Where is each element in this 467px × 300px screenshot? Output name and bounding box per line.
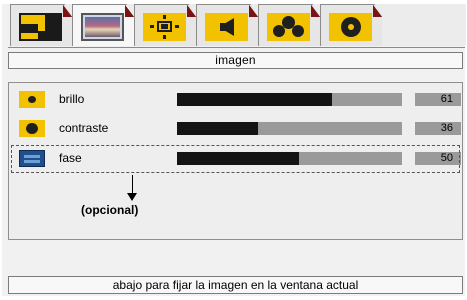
contrast-icon [19,120,45,137]
brillo-slider-fill [177,93,333,106]
settings-icon [329,13,372,41]
image-settings-panel: brillo 61 contraste 36 fase 50 (opcional… [8,82,463,240]
brightness-icon [19,91,45,108]
tab-window-layout[interactable] [10,4,72,46]
screen-position-icon [143,13,186,41]
row-contraste[interactable]: contraste 36 [9,117,462,139]
down-arrow-head-icon [127,193,137,201]
optional-note: (opcional) [81,203,139,217]
tab-bar [10,4,466,46]
row-brillo[interactable]: brillo 61 [9,88,462,110]
tab-bar-divider [8,47,465,48]
tab-audio[interactable] [196,4,258,46]
tab-settings[interactable] [320,4,382,46]
brillo-label: brillo [59,92,85,106]
contraste-label: contraste [59,121,109,135]
tab-screen-position[interactable] [134,4,196,46]
fase-selection-outline [11,145,460,173]
image-icon [81,13,124,41]
tab-image[interactable] [72,4,134,46]
contraste-slider[interactable] [177,122,402,135]
color-icon [267,13,310,41]
hint-bar: abajo para fijar la imagen en la ventana… [8,276,463,294]
audio-icon [205,13,248,41]
brillo-slider[interactable] [177,93,402,106]
brillo-value: 61 [415,93,461,106]
contraste-value: 36 [415,122,461,135]
contraste-slider-fill [177,122,258,135]
tab-color[interactable] [258,4,320,46]
section-title: imagen [8,52,463,69]
window-layout-icon [19,13,62,41]
down-arrow-icon [132,175,133,195]
